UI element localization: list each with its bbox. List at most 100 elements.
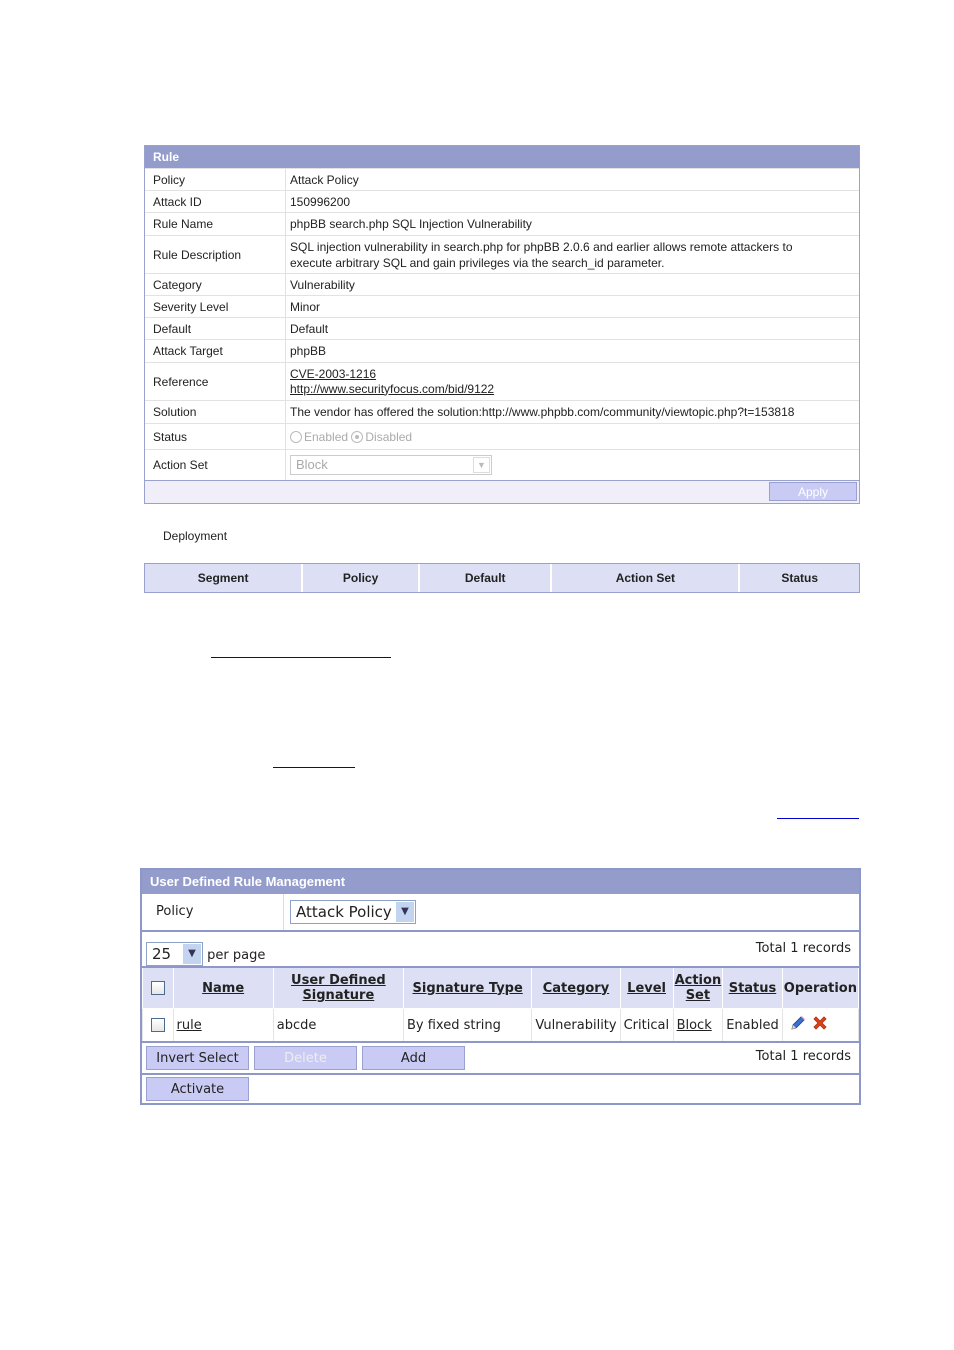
label-category: Category xyxy=(145,273,286,296)
empty-link-2[interactable] xyxy=(273,767,355,768)
value-policy: Attack Policy xyxy=(285,168,859,191)
add-button[interactable]: Add xyxy=(362,1046,465,1070)
label-status: Status xyxy=(145,423,286,450)
row-checkbox[interactable] xyxy=(150,1018,165,1032)
value-solution: The vendor has offered the solution:http… xyxy=(285,400,859,424)
row-default: Default Default xyxy=(145,317,859,340)
col-default: Default xyxy=(417,564,551,592)
per-page-value: 25 xyxy=(152,945,172,963)
policy-label: Policy xyxy=(142,894,284,930)
policy-select-value: Attack Policy xyxy=(296,903,392,921)
status-enabled-radio[interactable] xyxy=(290,431,302,444)
row-solution: Solution The vendor has offered the solu… xyxy=(145,400,859,424)
activate-row: Activate xyxy=(142,1073,859,1103)
row-severity: Severity Level Minor xyxy=(145,295,859,318)
table-row: rule abcde By fixed string Vulnerability… xyxy=(142,1008,860,1043)
value-severity: Minor xyxy=(285,295,859,318)
rule-name-link[interactable]: rule xyxy=(177,1018,202,1033)
status-enabled-label: Enabled xyxy=(304,429,349,444)
value-rule-name: phpBB search.php SQL Injection Vulnerabi… xyxy=(285,212,859,236)
cell-category: Vulnerability xyxy=(531,1008,621,1043)
row-rule-name: Rule Name phpBB search.php SQL Injection… xyxy=(145,212,859,236)
value-rule-description: SQL injection vulnerability in search.ph… xyxy=(285,235,859,274)
udr-panel-title: User Defined Rule Management xyxy=(142,870,859,894)
row-category: Category Vulnerability xyxy=(145,273,859,296)
rules-header-row: Name User Defined Signature Signature Ty… xyxy=(142,966,860,1009)
per-page-select[interactable]: 25 ▼ xyxy=(146,942,203,966)
empty-link-1[interactable] xyxy=(211,657,391,658)
col-segment: Segment xyxy=(145,564,302,592)
user-defined-rule-panel: User Defined Rule Management Policy Atta… xyxy=(140,868,861,1105)
apply-button[interactable]: Apply xyxy=(769,481,857,501)
per-page-label: per page xyxy=(207,948,266,963)
chevron-down-icon: ▼ xyxy=(473,456,490,473)
action-button-row: Invert Select Delete Add Total 1 records xyxy=(142,1043,859,1073)
rule-panel: Rule Policy Attack Policy Attack ID 1509… xyxy=(144,145,860,504)
action-set-select[interactable]: Block ▼ xyxy=(290,454,492,475)
rules-table: Name User Defined Signature Signature Ty… xyxy=(142,966,860,1043)
col-level[interactable]: Level xyxy=(619,966,674,1009)
rule-panel-footer: Apply xyxy=(145,479,859,503)
total-records-bottom: Total 1 records xyxy=(755,1049,851,1064)
row-status: Status Enabled Disabled xyxy=(145,423,859,450)
select-all-checkbox[interactable] xyxy=(150,981,165,995)
delete-button[interactable]: Delete xyxy=(254,1046,357,1070)
col-operation: Operation xyxy=(781,966,860,1009)
label-action-set: Action Set xyxy=(145,449,286,480)
deployment-table: Segment Policy Default Action Set Status xyxy=(144,563,860,593)
deployment-label: Deployment xyxy=(163,529,228,543)
deployment-header-row: Segment Policy Default Action Set Status xyxy=(145,564,859,592)
chevron-down-icon: ▼ xyxy=(396,902,414,922)
row-attack-id: Attack ID 150996200 xyxy=(145,190,859,213)
col-status: Status xyxy=(738,564,859,592)
activate-button[interactable]: Activate xyxy=(146,1077,249,1101)
value-attack-id: 150996200 xyxy=(285,190,859,213)
col-action-set[interactable]: Action Set xyxy=(672,966,724,1009)
cell-signature: abcde xyxy=(272,1008,404,1043)
rule-panel-title: Rule xyxy=(145,146,859,168)
pagination-row: 25 ▼ per page Total 1 records xyxy=(142,932,859,966)
chevron-down-icon: ▼ xyxy=(183,944,201,964)
label-policy: Policy xyxy=(145,168,286,191)
col-name[interactable]: Name xyxy=(172,966,274,1009)
value-default: Default xyxy=(285,317,859,340)
value-category: Vulnerability xyxy=(285,273,859,296)
policy-select[interactable]: Attack Policy ▼ xyxy=(290,900,416,924)
action-set-value: Block xyxy=(296,456,328,472)
col-policy: Policy xyxy=(301,564,418,592)
total-records-top: Total 1 records xyxy=(755,941,851,956)
col-status[interactable]: Status xyxy=(722,966,783,1009)
status-disabled-label: Disabled xyxy=(365,429,413,444)
col-category[interactable]: Category xyxy=(531,966,621,1009)
delete-x-icon[interactable] xyxy=(811,1014,829,1036)
policy-row: Policy Attack Policy ▼ xyxy=(142,894,859,932)
label-attack-id: Attack ID xyxy=(145,190,286,213)
row-attack-target: Attack Target phpBB xyxy=(145,339,859,363)
col-signature-type[interactable]: Signature Type xyxy=(402,966,533,1009)
empty-link-3[interactable] xyxy=(777,818,859,819)
row-policy: Policy Attack Policy xyxy=(145,168,859,191)
cell-level: Critical xyxy=(619,1008,674,1043)
value-attack-target: phpBB xyxy=(285,339,859,363)
status-disabled-radio[interactable] xyxy=(351,431,364,444)
label-rule-name: Rule Name xyxy=(145,212,286,236)
label-rule-description: Rule Description xyxy=(145,235,286,274)
label-default: Default xyxy=(145,317,286,340)
col-signature[interactable]: User Defined Signature xyxy=(272,966,404,1009)
row-action-set: Action Set Block ▼ xyxy=(145,449,859,480)
label-reference: Reference xyxy=(145,362,286,401)
cell-status: Enabled xyxy=(722,1008,783,1043)
label-attack-target: Attack Target xyxy=(145,339,286,363)
action-set-link[interactable]: Block xyxy=(677,1018,712,1033)
edit-pencil-icon[interactable] xyxy=(789,1014,807,1036)
row-rule-description: Rule Description SQL injection vulnerabi… xyxy=(145,235,859,274)
reference-link-securityfocus[interactable]: http://www.securityfocus.com/bid/9122 xyxy=(290,382,494,396)
cell-signature-type: By fixed string xyxy=(402,1008,533,1043)
label-solution: Solution xyxy=(145,400,286,424)
col-action-set: Action Set xyxy=(550,564,739,592)
reference-link-cve[interactable]: CVE-2003-1216 xyxy=(290,367,376,381)
invert-select-button[interactable]: Invert Select xyxy=(146,1046,249,1070)
rule-details-table: Policy Attack Policy Attack ID 150996200… xyxy=(145,168,859,480)
label-severity: Severity Level xyxy=(145,295,286,318)
row-reference: Reference CVE-2003-1216 http://www.secur… xyxy=(145,362,859,401)
